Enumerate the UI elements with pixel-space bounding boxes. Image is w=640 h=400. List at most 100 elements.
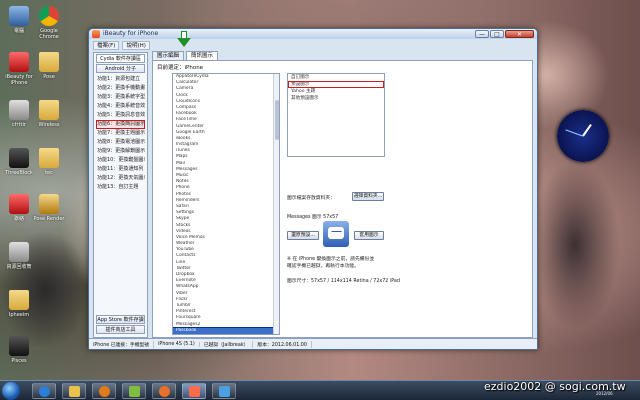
- app-window: iBeauty for iPhone — □ ✕ 檔案(F) 說明(H) Cyd…: [88, 28, 538, 350]
- preview-item[interactable]: Yahoo 主題: [288, 88, 384, 95]
- taskbar-firefox[interactable]: [152, 383, 176, 399]
- restore-default-button[interactable]: 還原預設...: [287, 231, 319, 240]
- nav-tab-plugins[interactable]: 插件商店工具: [96, 325, 145, 334]
- content-tabs: 圖示編輯 簡訊圖示: [152, 51, 219, 60]
- minimize-button[interactable]: —: [475, 30, 489, 38]
- desktop-icon-ipheeim[interactable]: Ipheeim: [2, 290, 36, 318]
- desktop-icon-recycle-bin[interactable]: 資源回收筒: [2, 242, 36, 270]
- nav-item-7[interactable]: 功能7：更換主題圖示: [96, 129, 145, 138]
- start-button[interactable]: [2, 382, 20, 400]
- clock-hour-hand: [582, 123, 592, 137]
- preview-item[interactable]: 其他預設圖示: [288, 95, 384, 102]
- desktop-icon-label: iBeauty for iPhone: [5, 74, 33, 86]
- desktop-icon-label: Pose: [43, 74, 55, 80]
- status-jailbreak: 已越獄（Jailbreak）: [200, 340, 254, 348]
- panel-heading: 目前選定：iPhone: [157, 65, 204, 71]
- note-line-1: ※ 在 iPhone 變換圖示之前，請先備份並: [287, 257, 375, 262]
- preview-item-selected[interactable]: 預設圖示: [288, 81, 384, 88]
- taskbar-ibeauty[interactable]: [182, 383, 206, 399]
- left-nav: Cydia 軟件存讀區 Android 分子 功能1：資源包建立 功能2：更換手…: [93, 52, 148, 338]
- taskbar-media[interactable]: [92, 383, 116, 399]
- clock-gadget[interactable]: [557, 110, 609, 162]
- nav-tab-cydia[interactable]: Cydia 軟件存讀區: [96, 54, 145, 63]
- list-scrollbar[interactable]: [273, 74, 279, 334]
- app-logo-icon: [92, 30, 100, 38]
- taskbar-ie[interactable]: [32, 383, 56, 399]
- nav-item-2[interactable]: 功能2：更換手機動畫: [96, 84, 145, 93]
- nav-item-1[interactable]: 功能1：資源包建立: [96, 75, 145, 84]
- taskbar-photo[interactable]: [212, 383, 236, 399]
- status-bar: iPhone 已連接：手機型號 iPhone 4S (5.1) 已越獄（Jail…: [89, 338, 537, 349]
- window-title: iBeauty for iPhone: [103, 30, 159, 37]
- messages-icon-preview: [323, 221, 349, 247]
- desktop-icon-tec[interactable]: tec: [32, 148, 66, 176]
- folder-icon: [39, 100, 59, 120]
- nav-item-13[interactable]: 功能13：自訂主題: [96, 183, 145, 192]
- nav-tab-appstore[interactable]: App Store 軟件存讀: [96, 315, 145, 324]
- nav-item-4[interactable]: 功能4：更換系統音效: [96, 102, 145, 111]
- recycle-bin-icon: [9, 242, 29, 262]
- nav-item-3[interactable]: 功能3：更換系統字型: [96, 93, 145, 102]
- app-list-item[interactable]: Podcasts: [173, 334, 279, 335]
- status-model: iPhone 4S (5.1): [154, 341, 200, 347]
- photo-icon: [219, 386, 230, 397]
- desktop-icon-threeblock[interactable]: ThreeBlock: [2, 148, 36, 176]
- menu-help[interactable]: 說明(H): [122, 41, 150, 50]
- close-button[interactable]: ✕: [505, 30, 534, 38]
- apply-icon-button[interactable]: 套用圖示: [354, 231, 384, 240]
- app-icon: [9, 336, 29, 356]
- nav-item-6-selected[interactable]: 功能6：更換簡訊圖示: [96, 120, 145, 129]
- desktop-icon-label: Pose Render: [33, 216, 65, 222]
- app-icon: [189, 386, 200, 397]
- zip-icon: [39, 194, 59, 214]
- app-icon-list[interactable]: AppStoreCydia Calculator Camera Clock CloudI…: [172, 73, 280, 335]
- nav-item-10[interactable]: 功能10：更換鍵盤圖示: [96, 156, 145, 165]
- taskbar-paint[interactable]: [122, 383, 146, 399]
- tab-icon-edit[interactable]: 圖示編輯: [152, 51, 185, 60]
- status-version: 版本：2012.06.01.00: [253, 340, 312, 348]
- icon-style-list[interactable]: 自訂圖示 預設圖示 Yahoo 主題 其他預設圖示: [287, 73, 385, 157]
- media-icon: [99, 386, 110, 397]
- desktop-icon-label: Ipheeim: [8, 312, 30, 318]
- content-panel: 目前選定：iPhone AppStoreCydia Calculator Camer…: [152, 60, 533, 338]
- ie-icon: [39, 386, 50, 397]
- desktop-icon-cfrttir[interactable]: cfrttir: [2, 100, 36, 128]
- nav-item-11[interactable]: 功能11：更換通知列: [96, 165, 145, 174]
- clock-minute-hand: [565, 129, 583, 137]
- browse-folder-button[interactable]: 選擇資料夾...: [352, 192, 384, 201]
- desktop-icon-label: 資源回收筒: [6, 264, 32, 270]
- note-line-2: 確認手機已越獄，再執行本功能。: [287, 264, 359, 269]
- watermark-small: 2012/06: [596, 391, 613, 396]
- maximize-button[interactable]: □: [490, 30, 504, 38]
- desktop-icon-wireless[interactable]: Wireless: [32, 100, 66, 128]
- desktop-icon-computer[interactable]: 電腦: [2, 6, 36, 34]
- menu-file[interactable]: 檔案(F): [93, 41, 120, 50]
- desktop-icon-label: Pisces: [11, 358, 27, 364]
- scrollbar-thumb[interactable]: [275, 100, 279, 140]
- nav-tab-android[interactable]: Android 分子: [96, 64, 145, 73]
- nav-item-12[interactable]: 功能12：更換天氣圖示: [96, 174, 145, 183]
- desktop-icon-pisces[interactable]: Pisces: [2, 336, 36, 364]
- computer-icon: [9, 6, 29, 26]
- desktop-icon-contacts[interactable]: 聯絡: [2, 194, 36, 222]
- desktop-icon-chrome[interactable]: Google Chrome: [32, 6, 66, 40]
- tab-sms-icon[interactable]: 簡訊圖示: [186, 51, 219, 60]
- preview-item[interactable]: 自訂圖示: [288, 74, 384, 81]
- taskbar-explorer[interactable]: [62, 383, 86, 399]
- desktop-icon-pose-render[interactable]: Pose Render: [32, 194, 66, 222]
- nav-item-8[interactable]: 功能8：更換電池圖示: [96, 138, 145, 147]
- nav-bottom-tabs: App Store 軟件存讀 插件商店工具: [94, 314, 147, 335]
- app-icon: [9, 148, 29, 168]
- folder-icon: [9, 290, 29, 310]
- feature-list: 功能1：資源包建立 功能2：更換手機動畫 功能3：更換系統字型 功能4：更換系統…: [96, 75, 145, 192]
- window-titlebar[interactable]: iBeauty for iPhone: [89, 29, 537, 39]
- nav-item-5[interactable]: 功能5：更換訊息音效: [96, 111, 145, 120]
- app-icon: [9, 100, 29, 120]
- desktop-icon-label: 電腦: [13, 28, 24, 34]
- desktop-icon-pose[interactable]: Pose: [32, 52, 66, 80]
- folder-label: 圖示檔案存放資料夾：: [287, 196, 335, 201]
- app-icon: [9, 52, 29, 72]
- nav-item-9[interactable]: 功能9：更換解鎖圖示: [96, 147, 145, 156]
- firefox-icon: [159, 386, 170, 397]
- desktop-icon-ibeauty[interactable]: iBeauty for iPhone: [2, 52, 36, 86]
